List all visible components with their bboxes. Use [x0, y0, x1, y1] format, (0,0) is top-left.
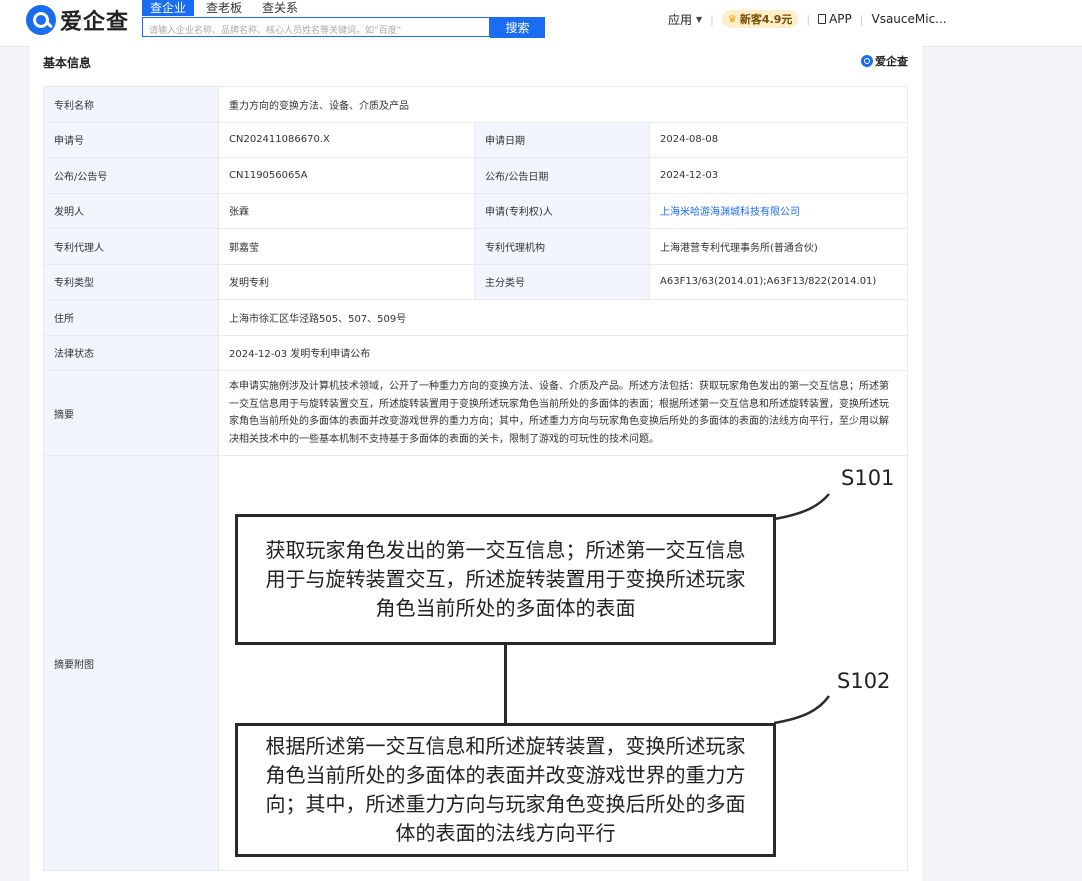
value-application-number: CN202411086670.X [218, 121, 475, 158]
value-main-class: A63F13/63(2014.01);A63F13/822(2014.01) [649, 263, 908, 300]
value-abstract: 本申请实施例涉及计算机技术领域，公开了一种重力方向的变换方法、设备、介质及产品。… [218, 370, 908, 456]
label-application-number: 申请号 [43, 121, 219, 158]
logo-icon [861, 55, 873, 67]
leader-line-s102 [774, 695, 831, 725]
phone-icon [818, 14, 827, 24]
crown-icon: ♛ [727, 13, 737, 25]
search-tabs: 查企业 查老板 查关系 [142, 0, 310, 16]
table-row: 公布/公告号 CN119056065A 公布/公告日期 2024-12-03 [43, 157, 908, 194]
table-row: 申请号 CN202411086670.X 申请日期 2024-08-08 [43, 121, 908, 158]
divider: | [710, 12, 714, 26]
label-agent: 专利代理人 [43, 228, 219, 265]
table-row: 摘要附图 S101 获取玩家角色发出的第一交互信息；所述第一交互信息用于与旋转装… [43, 455, 908, 871]
brand-watermark: 爱企查 [861, 53, 908, 69]
tab-boss[interactable]: 查老板 [198, 0, 250, 16]
app-menu[interactable]: 应用 ▼ [668, 11, 702, 28]
app-link[interactable]: APP [818, 12, 852, 26]
value-publication-date: 2024-12-03 [649, 157, 908, 194]
value-address: 上海市徐汇区华泾路505、507、509号 [218, 299, 908, 336]
user-menu[interactable]: VsauceMic... [871, 12, 946, 26]
label-address: 住所 [43, 299, 219, 336]
table-row: 专利名称 重力方向的变换方法、设备、介质及产品 [43, 86, 908, 123]
flow-connector [504, 645, 507, 723]
divider: | [859, 12, 864, 26]
value-agency: 上海港营专利代理事务所(普通合伙) [649, 228, 908, 265]
leader-line-s101 [774, 493, 830, 521]
step-label-s102: S102 [837, 669, 891, 693]
value-agent: 郭嘉莹 [218, 228, 475, 265]
abstract-figure-cell: S101 获取玩家角色发出的第一交互信息；所述第一交互信息用于与旋转装置交互，所… [218, 455, 908, 871]
label-patent-type: 专利类型 [43, 263, 219, 300]
table-row: 专利类型 发明专利 主分类号 A63F13/63(2014.01);A63F13… [43, 263, 908, 300]
table-row: 发明人 张霖 申请(专利权)人 上海米哈游海渊城科技有限公司 [43, 192, 908, 229]
promo-label: 新客4.9元 [739, 13, 793, 26]
promo-badge[interactable]: ♛ 新客4.9元 [721, 10, 799, 28]
label-inventor: 发明人 [43, 192, 219, 229]
label-publication-date: 公布/公告日期 [474, 157, 650, 194]
label-patent-name: 专利名称 [43, 86, 219, 123]
label-legal-status: 法律状态 [43, 334, 219, 371]
tab-company[interactable]: 查企业 [142, 0, 195, 16]
table-row: 住所 上海市徐汇区华泾路505、507、509号 [43, 299, 908, 336]
value-patent-name: 重力方向的变换方法、设备、介质及产品 [218, 86, 908, 123]
chevron-down-icon: ▼ [696, 14, 703, 24]
basic-info-card: 基本信息 爱企查 专利名称 重力方向的变换方法、设备、介质及产品 申请号 CN2… [30, 46, 922, 881]
label-abstract: 摘要 [43, 370, 219, 456]
flow-step-s102: 根据所述第一交互信息和所述旋转装置，变换所述玩家角色当前所处的多面体的表面并改变… [235, 723, 776, 857]
value-patent-type: 发明专利 [218, 263, 475, 300]
label-application-date: 申请日期 [474, 121, 650, 158]
logo-icon [26, 5, 56, 35]
abstract-figure: S101 获取玩家角色发出的第一交互信息；所述第一交互信息用于与旋转装置交互，所… [219, 456, 907, 870]
top-header: 爱企查 查企业 查老板 查关系 搜索 应用 ▼ | ♛ 新客4.9元 | APP… [0, 0, 1082, 47]
applicant-link[interactable]: 上海米哈游海渊城科技有限公司 [649, 192, 908, 229]
section-title: 基本信息 [43, 56, 92, 70]
label-applicant: 申请(专利权)人 [474, 192, 650, 229]
table-row: 专利代理人 郭嘉莹 专利代理机构 上海港营专利代理事务所(普通合伙) [43, 228, 908, 265]
label-publication-number: 公布/公告号 [43, 157, 219, 194]
label-main-class: 主分类号 [474, 263, 650, 300]
search-input[interactable] [143, 22, 495, 40]
step-label-s101: S101 [841, 466, 895, 490]
brand-text: 爱企查 [875, 55, 908, 68]
site-logo[interactable]: 爱企查 [26, 3, 129, 37]
value-publication-number: CN119056065A [218, 157, 475, 194]
table-row: 法律状态 2024-12-03 发明专利申请公布 [43, 334, 908, 371]
table-row: 摘要 本申请实施例涉及计算机技术领域，公开了一种重力方向的变换方法、设备、介质及… [43, 370, 908, 456]
label-abstract-figure: 摘要附图 [43, 455, 219, 871]
search-button[interactable]: 搜索 [490, 17, 545, 38]
divider: | [806, 12, 811, 26]
app-link-label: APP [829, 12, 852, 26]
tab-relation[interactable]: 查关系 [254, 0, 306, 16]
header-nav: 应用 ▼ | ♛ 新客4.9元 | APP | VsauceMic... [668, 9, 947, 29]
value-legal-status: 2024-12-03 发明专利申请公布 [218, 334, 908, 371]
flow-step-s101: 获取玩家角色发出的第一交互信息；所述第一交互信息用于与旋转装置交互，所述旋转装置… [235, 514, 776, 645]
value-application-date: 2024-08-08 [649, 121, 908, 158]
patent-info-table: 专利名称 重力方向的变换方法、设备、介质及产品 申请号 CN2024110866… [43, 86, 908, 871]
app-menu-label: 应用 [668, 12, 693, 27]
logo-text: 爱企查 [60, 10, 130, 35]
value-inventor: 张霖 [218, 192, 475, 229]
label-agency: 专利代理机构 [474, 228, 650, 265]
search-box [142, 17, 495, 40]
